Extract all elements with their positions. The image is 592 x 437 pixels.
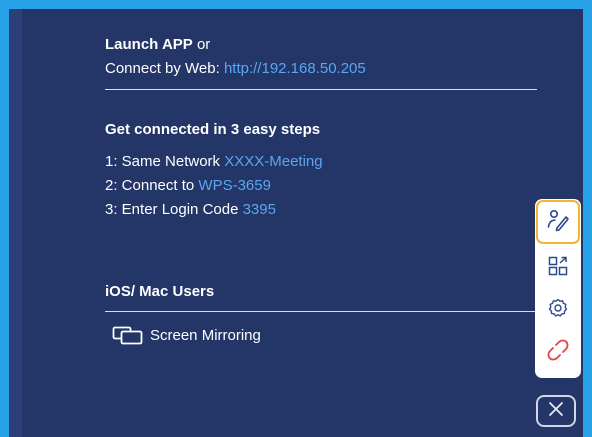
qr-code-button[interactable] xyxy=(535,248,581,288)
close-icon xyxy=(547,400,565,423)
launch-app-label: Launch APP xyxy=(105,36,193,53)
network-name: XXXX-Meeting xyxy=(224,153,323,170)
steps-heading: Get connected in 3 easy steps xyxy=(105,121,321,138)
step-3-label: 3: Enter Login Code xyxy=(105,201,243,218)
screen-mirroring-item[interactable]: Screen Mirroring xyxy=(112,325,261,345)
step-2: 2: Connect to WPS-3659 xyxy=(105,177,271,194)
step-1: 1: Same Network XXXX-Meeting xyxy=(105,153,323,170)
content-area: Launch APP or Connect by Web: http://192… xyxy=(0,0,592,437)
annotate-icon xyxy=(546,208,570,237)
connect-web-label: Connect by Web: xyxy=(105,60,224,77)
launch-or-text: or xyxy=(192,36,211,53)
section-divider-top xyxy=(105,89,537,90)
web-url-link[interactable]: http://192.168.50.205 xyxy=(224,60,366,77)
settings-button[interactable] xyxy=(535,290,581,330)
ios-mac-heading: iOS/ Mac Users xyxy=(105,283,215,300)
screen-mirroring-icon xyxy=(112,325,146,345)
annotate-button[interactable] xyxy=(536,200,580,244)
device-name: WPS-3659 xyxy=(198,177,271,194)
step-2-label: 2: Connect to xyxy=(105,177,199,194)
qr-code-icon xyxy=(548,256,568,281)
launch-app-line: Launch APP or xyxy=(105,36,210,53)
floating-toolbar xyxy=(535,199,581,378)
disconnect-link-icon xyxy=(547,339,569,366)
close-button[interactable] xyxy=(536,395,576,427)
section-divider-bottom xyxy=(105,311,535,312)
connect-web-line: Connect by Web: http://192.168.50.205 xyxy=(105,60,366,77)
disconnect-button[interactable] xyxy=(535,332,581,372)
login-code: 3395 xyxy=(242,201,276,218)
step-1-label: 1: Same Network xyxy=(105,153,225,170)
step-3: 3: Enter Login Code 3395 xyxy=(105,201,276,218)
settings-gear-icon xyxy=(548,298,568,323)
screen-mirroring-label: Screen Mirroring xyxy=(150,326,261,344)
